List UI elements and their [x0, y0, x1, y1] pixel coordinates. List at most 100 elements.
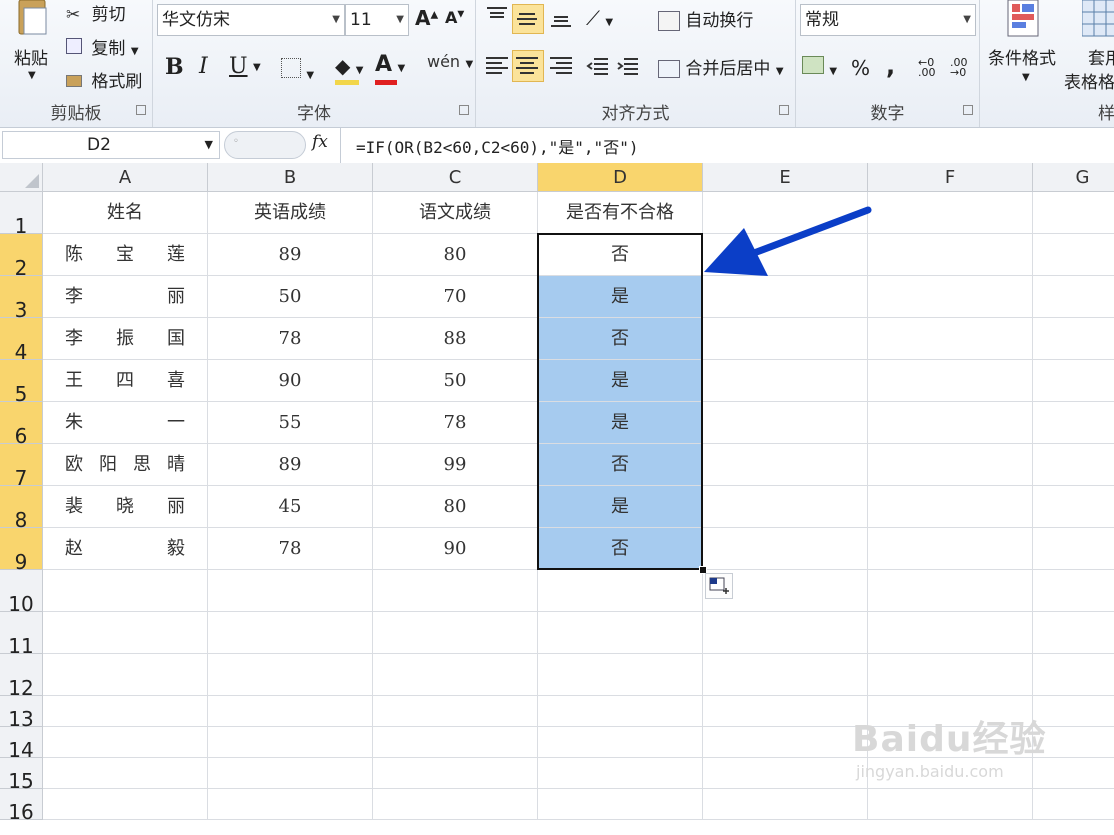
cell-f8[interactable] [868, 486, 1033, 528]
column-header-f[interactable]: F [868, 163, 1033, 192]
increase-decimal-button[interactable]: ←0.00 [918, 57, 936, 78]
english-score-cell[interactable]: 50 [208, 276, 373, 318]
paste-button[interactable]: 粘贴 ▼ [6, 0, 58, 92]
cell-f9[interactable] [868, 528, 1033, 570]
column-header-d[interactable]: D [538, 163, 703, 192]
select-all-corner[interactable] [0, 163, 43, 192]
column-header-e[interactable]: E [703, 163, 868, 192]
chinese-score-cell[interactable]: 88 [373, 318, 538, 360]
cell-f3[interactable] [868, 276, 1033, 318]
cell-g5[interactable] [1033, 360, 1114, 402]
row-header-14[interactable]: 14 [0, 727, 43, 762]
cell-e9[interactable] [703, 528, 868, 570]
cell-e11[interactable] [703, 612, 868, 654]
currency-button[interactable]: ▼ [802, 56, 837, 79]
grow-font-button[interactable]: A▲ [415, 6, 438, 30]
copy-dropdown-icon[interactable]: ▼ [131, 46, 139, 57]
english-score-cell[interactable]: 45 [208, 486, 373, 528]
cell-a12[interactable] [43, 654, 208, 696]
cell-b11[interactable] [208, 612, 373, 654]
clipboard-launcher-icon[interactable] [136, 105, 146, 115]
name-cell[interactable]: 欧 阳 思 晴 [43, 444, 208, 486]
border-dropdown-icon[interactable]: ▼ [306, 70, 314, 81]
fail-status-cell[interactable]: 是 [538, 486, 703, 528]
cell-a13[interactable] [43, 696, 208, 727]
cell-e13[interactable] [703, 696, 868, 727]
fail-status-cell[interactable]: 否 [538, 318, 703, 360]
row-header-2[interactable]: 2 [0, 234, 43, 280]
number-format-select[interactable]: 常规 ▼ [800, 4, 976, 36]
font-size-select[interactable]: 11 ▼ [345, 4, 409, 36]
name-cell[interactable]: 陈 宝 莲 [43, 234, 208, 276]
chinese-score-cell[interactable]: 78 [373, 402, 538, 444]
cell-g1[interactable] [1033, 192, 1114, 234]
cell-g9[interactable] [1033, 528, 1114, 570]
cell-e7[interactable] [703, 444, 868, 486]
conditional-format-button[interactable]: 条件格式 ▼ [986, 0, 1066, 92]
chinese-score-cell[interactable]: 80 [373, 234, 538, 276]
column-header-b[interactable]: B [208, 163, 373, 192]
cell-d10[interactable] [538, 570, 703, 612]
cell-c12[interactable] [373, 654, 538, 696]
orientation-button[interactable]: ⟋ ▼ [586, 6, 613, 30]
cell-d14[interactable] [538, 727, 703, 758]
merge-center-button[interactable]: 合并后居中 ▼ [658, 54, 784, 79]
cell-b16[interactable] [208, 789, 373, 820]
english-score-cell[interactable]: 78 [208, 318, 373, 360]
cell-a15[interactable] [43, 758, 208, 789]
cell-f11[interactable] [868, 612, 1033, 654]
english-score-cell[interactable]: 89 [208, 444, 373, 486]
cell-b14[interactable] [208, 727, 373, 758]
chinese-score-cell[interactable]: 80 [373, 486, 538, 528]
chinese-score-cell[interactable]: 50 [373, 360, 538, 402]
chinese-score-cell[interactable]: 99 [373, 444, 538, 486]
fail-status-cell[interactable]: 是 [538, 276, 703, 318]
column-header-g[interactable]: G [1033, 163, 1114, 192]
cell-e6[interactable] [703, 402, 868, 444]
english-score-cell[interactable]: 78 [208, 528, 373, 570]
cell-e8[interactable] [703, 486, 868, 528]
cell-a16[interactable] [43, 789, 208, 820]
cell-f4[interactable] [868, 318, 1033, 360]
align-center-button[interactable] [512, 50, 544, 82]
cell-c10[interactable] [373, 570, 538, 612]
percent-button[interactable]: % [851, 56, 870, 80]
number-launcher-icon[interactable] [963, 105, 973, 115]
align-bottom-button[interactable] [548, 4, 578, 34]
copy-button[interactable]: 复制 ▼ [66, 34, 139, 59]
cell-g7[interactable] [1033, 444, 1114, 486]
cell-g12[interactable] [1033, 654, 1114, 696]
fail-status-cell[interactable]: 是 [538, 360, 703, 402]
fill-color-button[interactable]: ◆ ▼ [335, 54, 364, 85]
border-button[interactable]: ▼ [281, 58, 314, 83]
italic-button[interactable]: I [199, 54, 208, 79]
row-header-9[interactable]: 9 [0, 528, 43, 574]
cell-f5[interactable] [868, 360, 1033, 402]
cell-c14[interactable] [373, 727, 538, 758]
fill-dropdown-icon[interactable]: ▼ [356, 65, 364, 76]
cell-b13[interactable] [208, 696, 373, 727]
increase-indent-button[interactable] [616, 54, 640, 83]
font-color-dropdown-icon[interactable]: ▼ [397, 63, 405, 74]
name-cell[interactable]: 朱 一 [43, 402, 208, 444]
cell-d12[interactable] [538, 654, 703, 696]
cell-c16[interactable] [373, 789, 538, 820]
header-cell-a[interactable]: 姓名 [43, 192, 208, 234]
name-box[interactable]: D2 ▼ [2, 131, 220, 159]
row-header-5[interactable]: 5 [0, 360, 43, 406]
row-header-1[interactable]: 1 [0, 192, 43, 238]
format-painter-button[interactable]: 格式刷 [66, 67, 142, 92]
cell-d13[interactable] [538, 696, 703, 727]
fail-status-cell[interactable]: 否 [538, 528, 703, 570]
cell-a14[interactable] [43, 727, 208, 758]
formula-bar-resize-handle[interactable]: ◦ [224, 131, 306, 159]
cell-g11[interactable] [1033, 612, 1114, 654]
row-header-12[interactable]: 12 [0, 654, 43, 700]
row-header-10[interactable]: 10 [0, 570, 43, 616]
name-box-dropdown-icon[interactable]: ▼ [205, 132, 213, 158]
insert-function-button[interactable]: fx [312, 132, 328, 152]
cell-c15[interactable] [373, 758, 538, 789]
cell-e12[interactable] [703, 654, 868, 696]
fail-status-cell[interactable]: 否 [538, 444, 703, 486]
header-cell-d[interactable]: 是否有不合格 [538, 192, 703, 234]
